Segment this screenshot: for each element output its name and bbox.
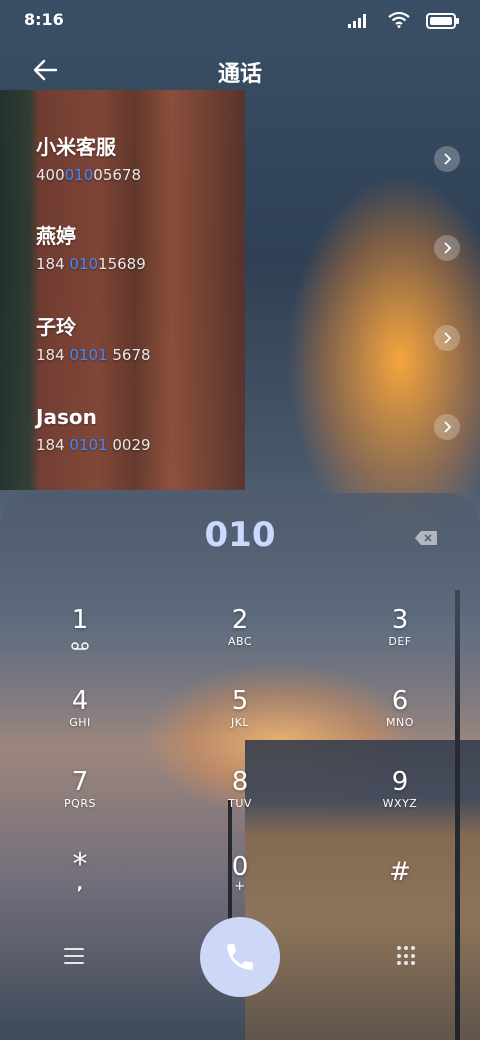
contact-item[interactable]: 小米客服 40001005678 <box>36 133 460 203</box>
contact-name: Jason <box>36 405 97 429</box>
contact-number: 184 0101 0029 <box>36 436 151 454</box>
signal-icon <box>348 14 366 28</box>
contact-item[interactable]: 燕婷 184 01015689 <box>36 222 460 292</box>
status-time: 8:16 <box>24 10 64 29</box>
wifi-icon <box>388 12 410 28</box>
dial-key-1[interactable]: 1 <box>20 605 140 675</box>
contact-number: 184 0101 5678 <box>36 346 151 364</box>
chevron-right-icon[interactable] <box>434 235 460 261</box>
dialed-number: 010 <box>204 515 276 555</box>
battery-icon <box>426 13 459 29</box>
voicemail-icon <box>71 642 89 650</box>
dial-key-7[interactable]: 7 PQRS <box>20 767 140 837</box>
menu-icon[interactable] <box>64 948 84 964</box>
phone-icon <box>227 944 253 970</box>
dial-key-8[interactable]: 8 TUV <box>180 767 300 837</box>
contact-name: 子玲 <box>36 315 76 339</box>
contact-number: 40001005678 <box>36 166 141 184</box>
dial-key-4[interactable]: 4 GHI <box>20 686 140 756</box>
call-button[interactable] <box>200 917 280 997</box>
contact-number: 184 01015689 <box>36 255 146 273</box>
dial-key-2[interactable]: 2 ABC <box>180 605 300 675</box>
contact-name: 燕婷 <box>36 224 76 248</box>
backspace-icon[interactable] <box>414 530 438 546</box>
status-bar: 8:16 <box>0 0 480 40</box>
dialpad-grid-icon[interactable] <box>397 946 417 966</box>
contact-item[interactable]: 子玲 184 0101 5678 <box>36 313 460 383</box>
chevron-right-icon[interactable] <box>434 325 460 351</box>
dial-key-star[interactable]: * , <box>20 850 140 922</box>
dial-key-5[interactable]: 5 JKL <box>180 686 300 756</box>
dial-key-hash[interactable]: # <box>340 857 460 927</box>
dial-key-0[interactable]: 0 + <box>180 852 300 922</box>
chevron-right-icon[interactable] <box>434 146 460 172</box>
page-title: 通话 <box>217 62 262 87</box>
contact-name: 小米客服 <box>36 135 116 159</box>
chevron-right-icon[interactable] <box>434 414 460 440</box>
dial-key-3[interactable]: 3 DEF <box>340 605 460 675</box>
dial-key-9[interactable]: 9 WXYZ <box>340 767 460 837</box>
dial-key-6[interactable]: 6 MNO <box>340 686 460 756</box>
contact-item[interactable]: Jason 184 0101 0029 <box>36 403 460 473</box>
